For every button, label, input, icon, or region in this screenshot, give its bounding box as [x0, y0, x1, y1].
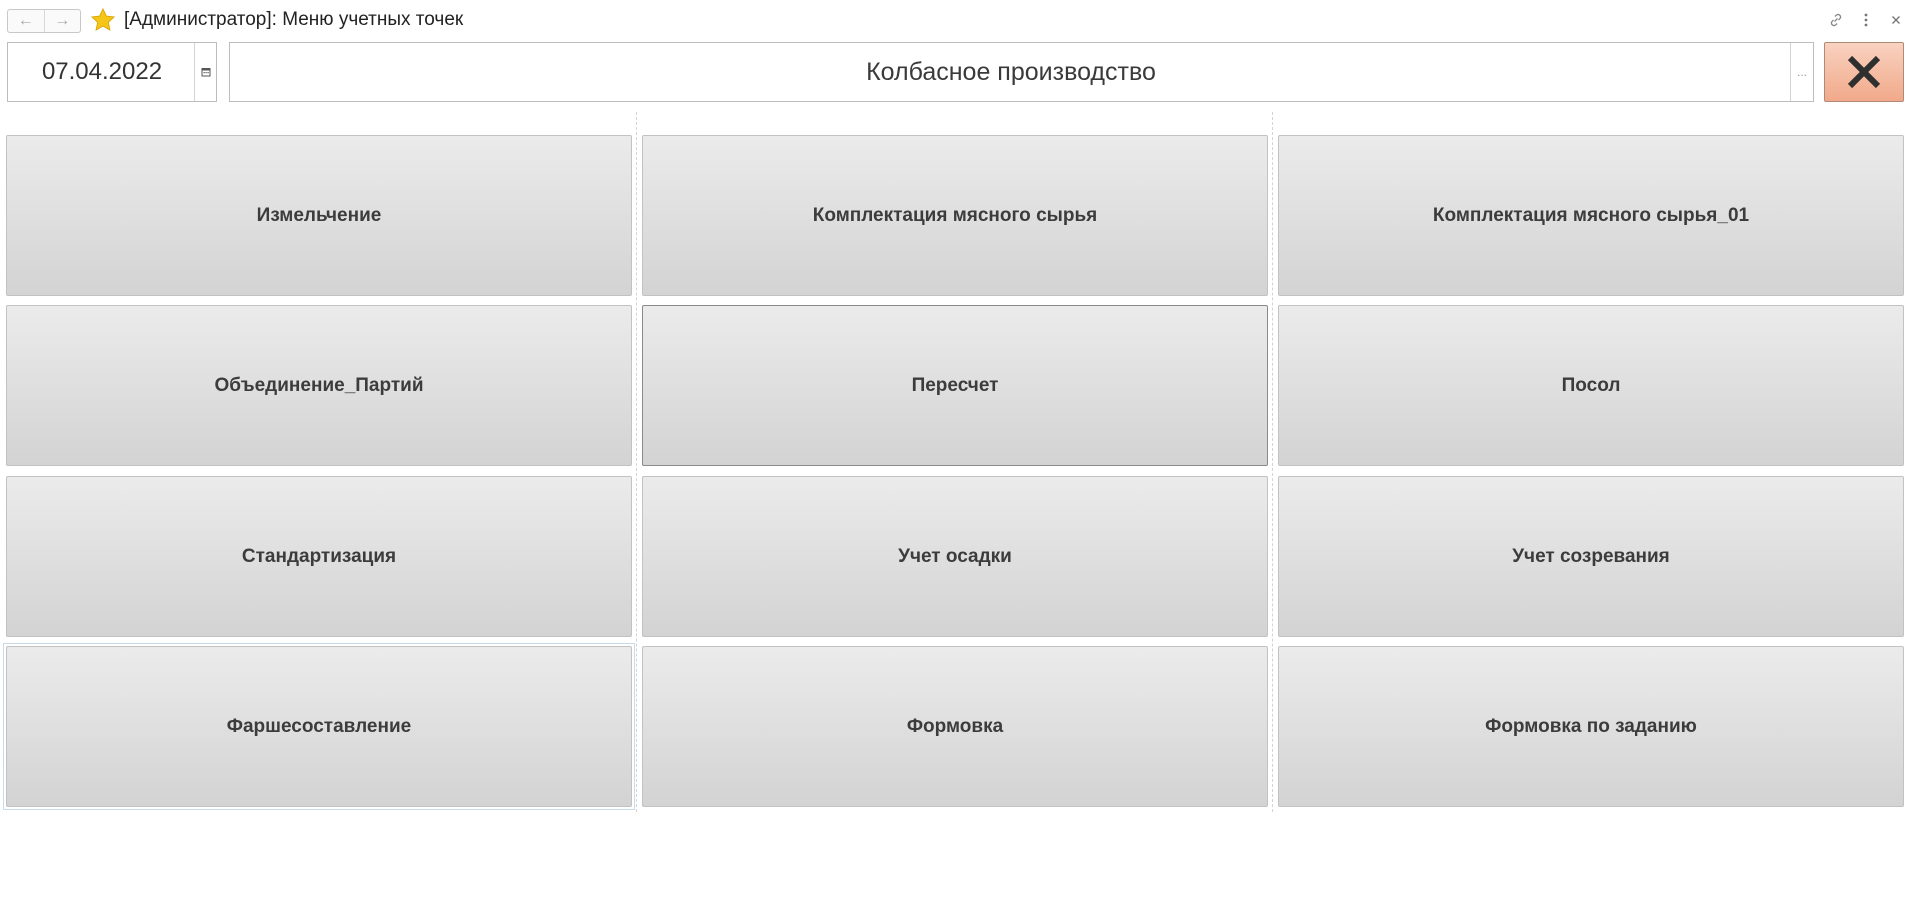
button-pereschet[interactable]: Пересчет: [642, 305, 1268, 466]
button-standartizaciya[interactable]: Стандартизация: [6, 476, 632, 637]
close-form-button[interactable]: [1824, 42, 1904, 102]
date-value[interactable]: 07.04.2022: [8, 43, 196, 101]
button-uchet-sozrevaniya[interactable]: Учет созревания: [1278, 476, 1904, 637]
date-field[interactable]: 07.04.2022: [7, 42, 217, 102]
title-bar: ← → [Администратор]: Меню учетных точек: [0, 0, 1910, 40]
navigation-buttons: ← →: [7, 9, 81, 33]
button-farshesostavlenie[interactable]: Фаршесоставление: [6, 646, 632, 807]
window-title: [Администратор]: Меню учетных точек: [124, 9, 464, 30]
production-select-button[interactable]: ...: [1790, 43, 1813, 101]
favorite-star-icon[interactable]: [90, 7, 116, 33]
close-x-icon: [1847, 55, 1881, 89]
calendar-icon: [201, 68, 210, 77]
production-value[interactable]: Колбасное производство: [230, 43, 1792, 101]
button-izmelchenie[interactable]: Измельчение: [6, 135, 632, 296]
button-komplektaciya[interactable]: Комплектация мясного сырья: [642, 135, 1268, 296]
calendar-button[interactable]: [194, 43, 216, 101]
back-arrow-icon[interactable]: ←: [8, 10, 44, 32]
button-formovka[interactable]: Формовка: [642, 646, 1268, 807]
column-separator: [636, 112, 637, 812]
button-posol[interactable]: Посол: [1278, 305, 1904, 466]
button-formovka-po-zadaniyu[interactable]: Формовка по заданию: [1278, 646, 1904, 807]
column-separator: [1272, 112, 1273, 812]
close-window-icon[interactable]: [1886, 10, 1906, 30]
forward-arrow-icon[interactable]: →: [43, 10, 81, 32]
link-icon[interactable]: [1826, 10, 1846, 30]
button-komplektaciya-01[interactable]: Комплектация мясного сырья_01: [1278, 135, 1904, 296]
more-options-icon[interactable]: [1856, 10, 1876, 30]
production-field[interactable]: Колбасное производство ...: [229, 42, 1814, 102]
button-obedinenie-partiy[interactable]: Объединение_Партий: [6, 305, 632, 466]
button-uchet-osadki[interactable]: Учет осадки: [642, 476, 1268, 637]
